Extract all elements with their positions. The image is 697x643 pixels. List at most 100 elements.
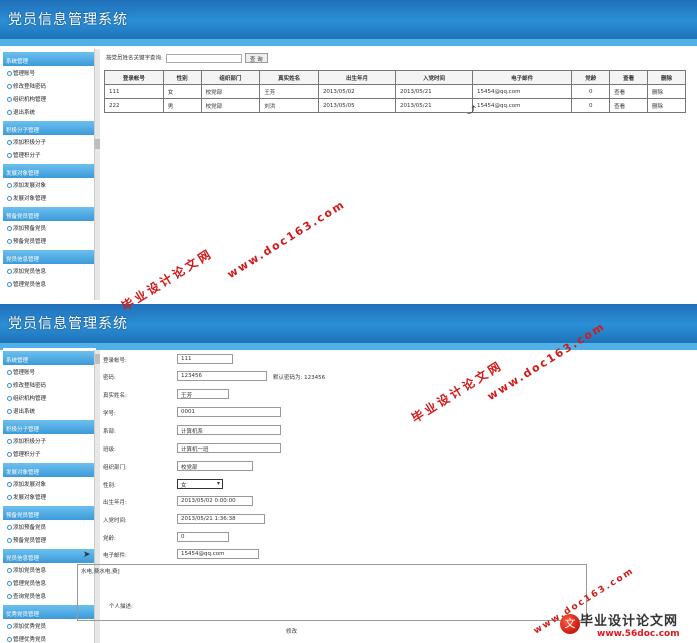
table-cell: 0 [571, 84, 611, 99]
field-label: 班级: [103, 447, 116, 453]
sidebar-item[interactable]: 发展对象管理 [3, 490, 96, 503]
gender-select[interactable]: 女 [177, 479, 223, 489]
sidebar-group-4[interactable]: 党员信息管理 [3, 250, 96, 264]
field-input[interactable]: 计算机一班 [177, 443, 281, 453]
table-cell: 222 [104, 98, 164, 113]
sidebar-item[interactable]: 预备党员管理 [3, 533, 96, 546]
sidebar-item[interactable]: 添加积极分子 [3, 434, 96, 447]
sidebar-item[interactable]: 退出系统 [3, 404, 96, 417]
app-title: 党员信息管理系统 [8, 12, 128, 28]
modify-button[interactable]: 修改 [286, 627, 297, 635]
sidebar-group-3[interactable]: 预备党员管理 [3, 207, 96, 221]
sidebar-item[interactable]: 退出系统 [3, 105, 96, 118]
table-cell: 校党部 [200, 98, 261, 113]
sidebar-item[interactable]: 管理积分子 [3, 148, 96, 161]
sidebar-group-title: 发展对象管理 [6, 171, 40, 177]
app-title-2: 党员信息管理系统 [8, 316, 128, 332]
logo-text: 毕业设计论文网 [580, 614, 679, 629]
sidebar-scrollbar[interactable] [94, 49, 100, 300]
field-input[interactable]: 111 [177, 354, 233, 364]
sidebar-item[interactable]: 管理党员信息 [3, 277, 96, 290]
sidebar: 系统管理 管理账号 修改登陆密码 组织机构管理 退出系统积极分子管理 添加积极分子 管理积分… [3, 49, 96, 290]
table-body: 111 女校党部 王芳 2013/05/02 2013/05/21 15454@qq.co… [104, 84, 686, 113]
field-input[interactable]: 计算机系 [177, 425, 281, 435]
sidebar-item[interactable]: 预备党员管理 [3, 234, 96, 247]
field-label: 入党时间: [103, 518, 127, 524]
sidebar-item[interactable]: 修改登陆密码 [3, 378, 96, 391]
sidebar-group-title: 党员信息管理 [6, 257, 40, 263]
sidebar-group-0[interactable]: 系统管理 [3, 351, 96, 365]
sidebar-item[interactable]: 管理积分子 [3, 447, 96, 460]
field-input[interactable]: 0 [177, 532, 229, 542]
header-stripe-2 [0, 343, 697, 350]
site-logo: 文 毕业设计论文网 www.56doc.com [560, 610, 697, 643]
table-cell: 15454@qq.com [471, 98, 573, 113]
field-input[interactable]: 王芳 [177, 389, 229, 399]
table-cell: 2013/05/21 [394, 84, 473, 99]
list-screen: 党员信息管理系统 系统管理 管理账号 修改登陆密码 组织机构管理 退出系统 积极分子管理添… [0, 0, 697, 300]
sidebar-group-title: 系统管理 [6, 358, 29, 364]
search-button[interactable]: 查 询 [244, 53, 268, 63]
delete-link[interactable]: 删除 [647, 98, 686, 113]
sidebar-item[interactable]: 添加发展对象 [3, 178, 96, 191]
field-input[interactable]: 0001 [177, 407, 281, 417]
sidebar-group-0[interactable]: 系统管理 [3, 52, 96, 66]
sidebar-group-3[interactable]: 预备党员管理 [3, 506, 96, 520]
column-header: 删除 [647, 70, 686, 85]
sidebar-group-title: 积极分子管理 [6, 427, 40, 433]
sidebar-group-title: 积极分子管理 [6, 128, 40, 134]
sidebar-group-2[interactable]: 发展对象管理 [3, 463, 96, 477]
table-cell: 2013/05/21 [394, 98, 473, 113]
column-header: 电子邮件 [471, 70, 573, 85]
field-label: 出生年月: [103, 500, 127, 506]
sidebar-item[interactable]: 添加发展对象 [3, 477, 96, 490]
field-label: 系部: [103, 429, 116, 435]
sidebar-item[interactable]: 管理优秀党员 [3, 632, 96, 643]
view-link[interactable]: 查看 [609, 98, 649, 113]
column-header: 党龄 [571, 70, 611, 85]
search-label: 按党员姓名关键字查询: [106, 55, 163, 62]
field-input[interactable]: 2013/05/21 1:36:38 [177, 514, 265, 524]
description-textarea[interactable]: 水电,费水电,费] [77, 564, 587, 621]
sidebar-item[interactable]: 组织机构管理 [3, 92, 96, 105]
search-input[interactable] [165, 53, 242, 63]
field-input[interactable]: 123456 [177, 371, 267, 381]
table-cell: 男 [162, 98, 202, 113]
mouse-cursor-icon: ⤴ [467, 106, 477, 116]
member-table: 登录帐号 性别 组织部门 真实姓名 出生年月 入党时间 电子邮件 党龄 查看 删除 111 女校党部… [104, 70, 686, 113]
column-header: 真实姓名 [259, 70, 319, 85]
sidebar-group-title: 党员信息管理 [6, 556, 40, 562]
field-input[interactable]: 2013/05/02 0:00:00 [177, 496, 253, 506]
search-bar: 按党员姓名关键字查询: 查 询 [106, 53, 268, 63]
sidebar-group-2[interactable]: 发展对象管理 [3, 164, 96, 178]
sidebar-group-title: 预备党员管理 [6, 214, 40, 220]
sidebar-group-title: 发展对象管理 [6, 470, 40, 476]
field-label: 真实姓名: [103, 393, 127, 399]
sidebar-group-1[interactable]: 积极分子管理 [3, 420, 96, 434]
sidebar-item[interactable]: 管理账号 [3, 365, 96, 378]
sidebar-group-1[interactable]: 积极分子管理 [3, 121, 96, 135]
sidebar-item[interactable]: 添加积极分子 [3, 135, 96, 148]
table-cell: 校党部 [200, 84, 261, 99]
sidebar-item[interactable]: 添加预备党员 [3, 221, 96, 234]
field-input[interactable]: 校党部 [177, 461, 253, 471]
sidebar-item[interactable]: 修改登陆密码 [3, 79, 96, 92]
column-header: 登录帐号 [104, 70, 164, 85]
sidebar-group-title: 优秀党员管理 [6, 612, 40, 618]
sidebar-item[interactable]: 添加党员信息 [3, 264, 96, 277]
table-cell: 0 [571, 98, 611, 113]
delete-link[interactable]: 删除 [647, 84, 686, 99]
column-header: 出生年月 [317, 70, 396, 85]
mouse-cursor-icon-2: ➤ [83, 550, 91, 560]
field-input[interactable]: 15454@qq.com [177, 549, 259, 559]
column-header: 组织部门 [200, 70, 261, 85]
field-label: 密码: [103, 375, 116, 381]
sidebar-item[interactable]: 发展对象管理 [3, 191, 96, 204]
view-link[interactable]: 查看 [609, 84, 649, 99]
sidebar-item[interactable]: 添加预备党员 [3, 520, 96, 533]
table-cell: 刘洪 [259, 98, 319, 113]
sidebar-group-title: 系统管理 [6, 59, 29, 65]
sidebar-item[interactable]: 组织机构管理 [3, 391, 96, 404]
table-row: 111 女校党部 王芳 2013/05/02 2013/05/21 15454@qq.co… [104, 84, 686, 99]
sidebar-item[interactable]: 管理账号 [3, 66, 96, 79]
